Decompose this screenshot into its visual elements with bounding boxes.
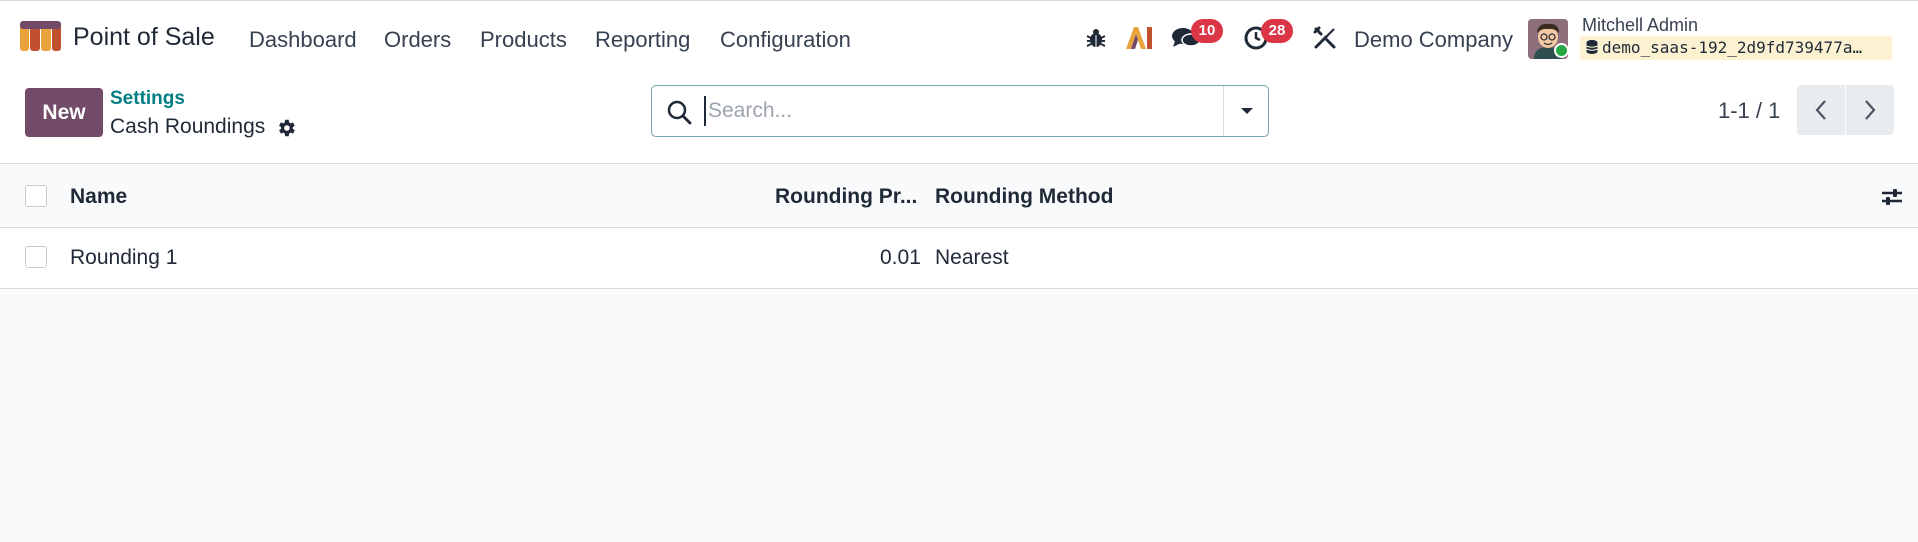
breadcrumb-settings[interactable]: Settings — [110, 88, 185, 110]
menu-products[interactable]: Products — [480, 27, 567, 53]
list-view: Name Rounding Pr... Rounding Method Roun… — [0, 165, 1918, 289]
pager-value[interactable]: 1-1 / 1 — [1718, 98, 1780, 124]
app-brand[interactable] — [20, 21, 62, 53]
company-switcher[interactable]: Demo Company — [1354, 27, 1513, 53]
menu-orders[interactable]: Orders — [384, 27, 451, 53]
control-panel: New Settings Cash Roundings 1-1 / 1 — [0, 78, 1918, 164]
search-options-toggle[interactable] — [1223, 86, 1269, 136]
menu-dashboard[interactable]: Dashboard — [249, 27, 357, 53]
ai-assistant-icon[interactable] — [1124, 23, 1154, 53]
pager-next-button[interactable] — [1846, 85, 1894, 135]
tools-icon[interactable] — [1310, 23, 1340, 53]
cell-rounding-method: Nearest — [935, 246, 1009, 269]
pos-logo-icon — [20, 21, 61, 51]
table-header: Name Rounding Pr... Rounding Method — [0, 165, 1918, 228]
select-all-checkbox[interactable] — [25, 185, 47, 207]
search-bar — [651, 85, 1269, 137]
gear-icon[interactable] — [275, 117, 297, 139]
chevron-left-icon — [1815, 100, 1826, 120]
page-title: Cash Roundings — [110, 115, 266, 138]
cell-name: Rounding 1 — [70, 246, 178, 269]
search-icon — [667, 100, 692, 125]
chevron-right-icon — [1865, 100, 1876, 120]
app-name[interactable]: Point of Sale — [73, 23, 215, 52]
search-input[interactable] — [704, 96, 1104, 126]
table-row[interactable]: Rounding 1 0.01 Nearest — [0, 228, 1918, 289]
activities-badge: 28 — [1261, 19, 1293, 43]
pager-previous-button[interactable] — [1797, 85, 1845, 135]
row-checkbox[interactable] — [25, 246, 47, 268]
column-rounding-precision[interactable]: Rounding Pr... — [775, 185, 917, 209]
debug-bug-icon[interactable] — [1081, 23, 1111, 53]
database-icon — [1586, 40, 1598, 54]
cell-rounding-precision: 0.01 — [880, 246, 921, 269]
caret-down-icon — [1240, 108, 1253, 114]
new-button[interactable]: New — [25, 88, 103, 137]
database-label: demo_saas-192_2d9fd739477a… — [1602, 38, 1863, 57]
menu-configuration[interactable]: Configuration — [720, 27, 851, 53]
database-name: demo_saas-192_2d9fd739477a… — [1580, 36, 1892, 60]
column-rounding-method[interactable]: Rounding Method — [935, 185, 1113, 209]
messages-badge: 10 — [1191, 19, 1223, 43]
menu-reporting[interactable]: Reporting — [595, 27, 690, 53]
online-status-dot — [1554, 43, 1569, 58]
optional-columns-icon[interactable] — [1880, 185, 1904, 209]
user-name[interactable]: Mitchell Admin — [1582, 15, 1698, 36]
column-name[interactable]: Name — [70, 185, 127, 209]
main-navbar: Point of Sale Dashboard Orders Products … — [0, 0, 1918, 78]
